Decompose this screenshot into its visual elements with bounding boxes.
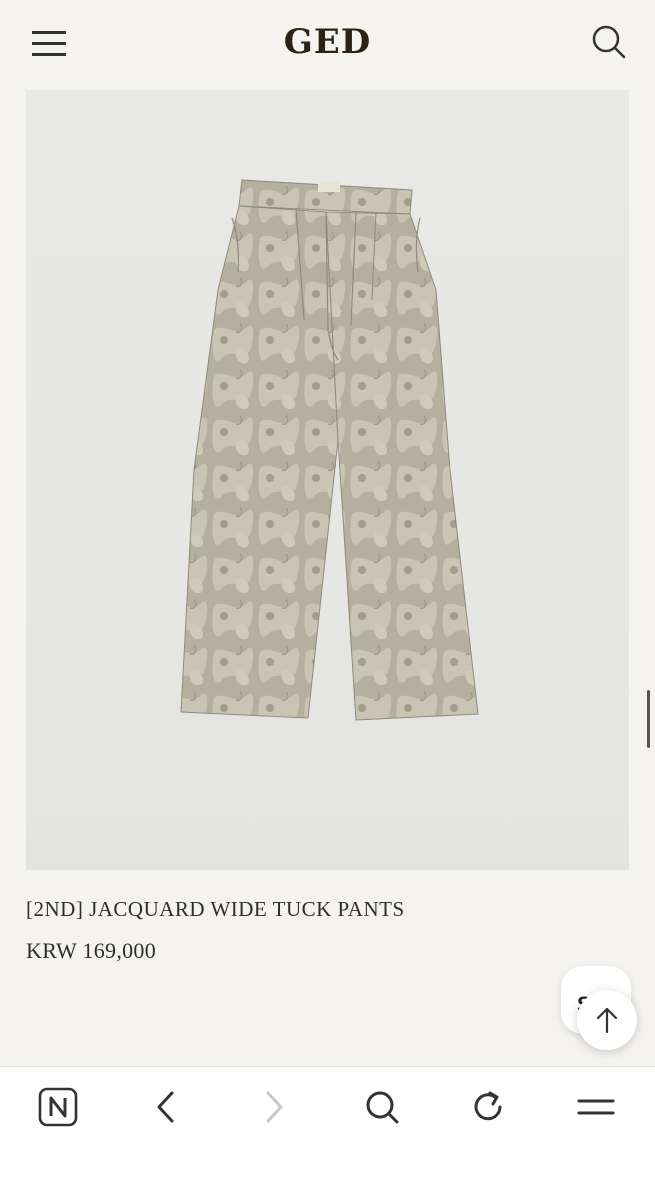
back-arrow-icon[interactable] <box>136 1085 196 1129</box>
naver-logo-icon[interactable] <box>28 1085 88 1129</box>
refresh-icon[interactable] <box>458 1085 518 1129</box>
menu-icon[interactable] <box>566 1085 626 1129</box>
search-icon[interactable] <box>352 1085 412 1129</box>
product-image[interactable] <box>26 90 629 870</box>
browser-toolbar <box>0 1066 655 1200</box>
forward-arrow-icon[interactable] <box>244 1085 304 1129</box>
search-icon[interactable] <box>589 22 629 62</box>
product-name[interactable]: [2ND] JACQUARD WIDE TUCK PANTS <box>26 897 405 922</box>
scroll-to-top-button[interactable] <box>577 990 637 1050</box>
scrollbar-thumb[interactable] <box>647 690 650 748</box>
product-price: KRW 169,000 <box>26 938 157 963</box>
arrow-up-icon <box>596 1007 618 1034</box>
site-header: GED <box>0 0 655 88</box>
site-logo[interactable]: GED <box>0 22 655 62</box>
